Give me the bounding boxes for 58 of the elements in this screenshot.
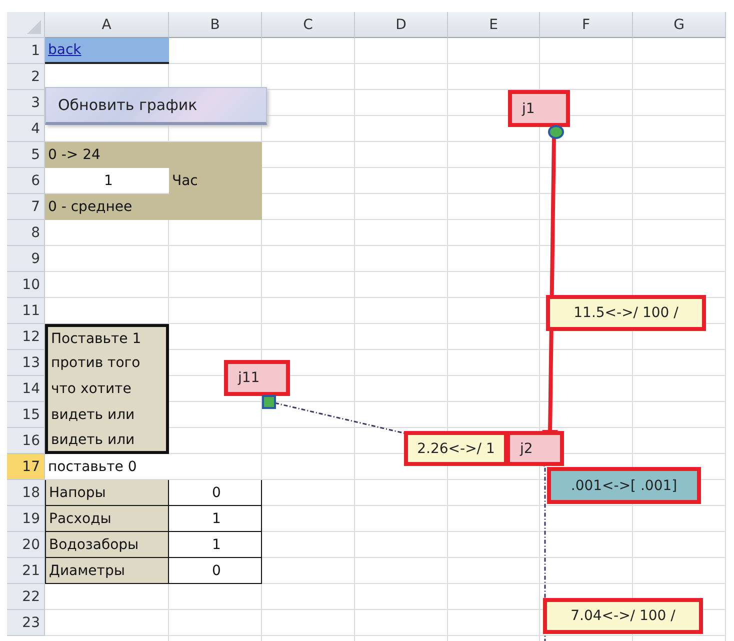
status-label: .001<->[ .001] [547,467,701,504]
row-header[interactable]: 18 [7,480,45,506]
row-header[interactable]: 13 [7,350,45,376]
column-header[interactable]: E [448,12,540,38]
row-header[interactable]: 12 [7,324,45,350]
table-cell: 0 -> 24 [45,142,169,168]
column-header[interactable]: C [262,12,355,38]
connector-square [262,395,276,409]
node-box: j11 [224,360,290,396]
flow-label: 7.04<->/ 100 / [543,598,703,634]
refresh-chart-button[interactable]: Обновить график [45,87,267,125]
back-link[interactable]: back [48,42,82,58]
connector-dot [548,125,564,139]
table-cell: Водозаборы [45,532,169,558]
row-header[interactable]: 8 [7,220,45,246]
row-header[interactable]: 15 [7,402,45,428]
row-header[interactable]: 2 [7,64,45,90]
row-header[interactable]: 4 [7,116,45,142]
row-header[interactable]: 19 [7,506,45,532]
column-header[interactable]: G [633,12,726,38]
table-cell: Час [169,168,262,194]
table-cell: Расходы [45,506,169,532]
row-header[interactable]: 1 [7,38,45,64]
row-header[interactable]: 9 [7,246,45,272]
row-header[interactable]: 3 [7,90,45,116]
table-cell: 0 - среднее [45,194,169,220]
table-cell: Поставьте 1 [45,324,169,350]
row-header[interactable]: 11 [7,298,45,324]
row-header[interactable]: 14 [7,376,45,402]
column-header[interactable]: B [169,12,262,38]
table-cell: 1 [169,532,262,558]
table-cell: видеть или [45,402,169,428]
table-cell: что хотите [45,376,169,402]
flow-label: 2.26<->/ 1 [404,431,508,466]
table-cell: видеть или [45,428,169,454]
select-all-icon[interactable] [27,20,41,34]
row-header[interactable]: 21 [7,558,45,584]
row-header[interactable]: 20 [7,532,45,558]
column-header[interactable]: D [355,12,448,38]
row-header[interactable]: 7 [7,194,45,220]
node-box: j1 [508,90,570,127]
table-cell: 1 [169,506,262,532]
table-cell: 0 [169,480,262,506]
table-cell: 0 [169,558,262,584]
row-header[interactable]: 16 [7,428,45,454]
node-box: j2 [506,431,564,466]
row-header[interactable]: 17 [7,454,45,480]
row-header[interactable]: 22 [7,584,45,610]
flow-label: 11.5<->/ 100 / [546,295,706,331]
table-cell: Диаметры [45,558,169,584]
table-cell: против того [45,350,169,376]
row-header[interactable]: 6 [7,168,45,194]
column-header[interactable]: A [45,12,169,38]
row-header[interactable]: 5 [7,142,45,168]
row-header[interactable]: 23 [7,610,45,636]
table-cell: Напоры [45,480,169,506]
row-header[interactable]: 10 [7,272,45,298]
column-header[interactable]: F [540,12,633,38]
